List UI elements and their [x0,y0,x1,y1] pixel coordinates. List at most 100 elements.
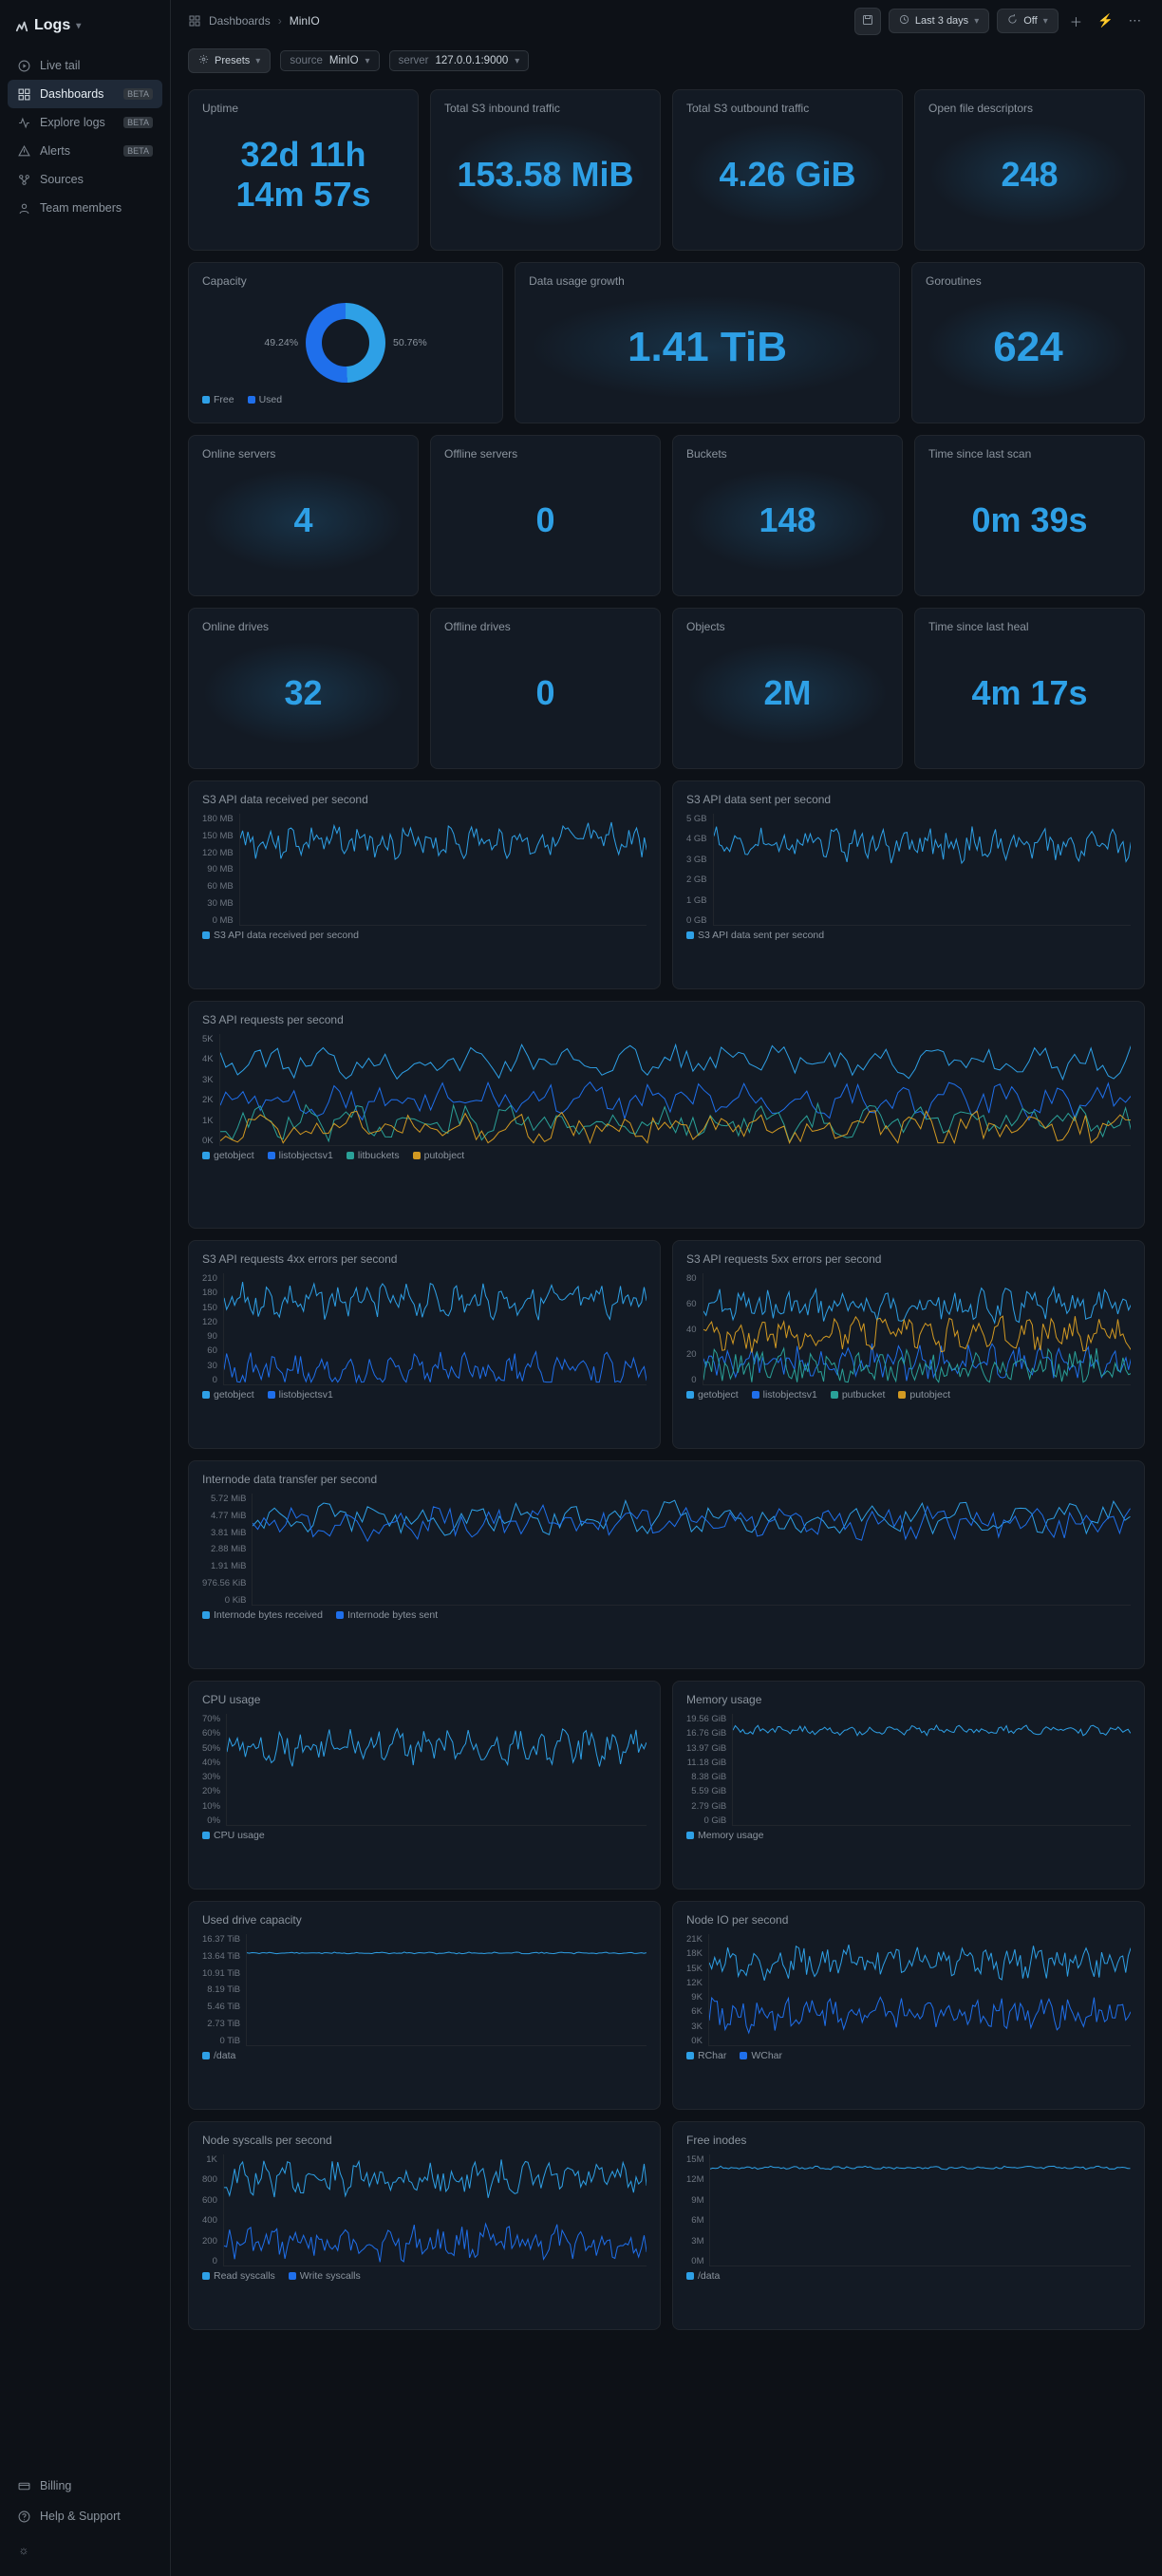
metric-panel: Offline drives0 [430,608,661,769]
theme-toggle[interactable]: ☼ [8,2536,162,2565]
panel-title: S3 API requests 4xx errors per second [202,1252,647,1266]
legend-item: getobject [202,1150,254,1161]
metric-value: 2M [686,641,889,745]
sidebar-item-team-members[interactable]: Team members [8,194,162,222]
main-content: Dashboards › MinIO Last 3 days ▾ Off ▾ ＋… [171,0,1162,2576]
inodes-chart: Free inodes15M12M9M6M3M0M/data [672,2121,1145,2330]
bolt-icon: ⚡ [1097,13,1114,28]
metric-panel: Total S3 inbound traffic153.58 MiB [430,89,661,251]
metric-value: 624 [926,295,1131,400]
metric-panel: Total S3 outbound traffic4.26 GiB [672,89,903,251]
y-axis: 19.56 GiB16.76 GiB13.97 GiB11.18 GiB8.38… [686,1714,732,1826]
metric-value: 4 [202,468,404,573]
add-button[interactable]: ＋ [1066,9,1086,34]
presets-button[interactable]: Presets ▾ [188,48,271,73]
errors-row: S3 API requests 4xx errors per second 210… [188,1240,1145,1449]
chevron-down-icon: ▾ [974,16,979,27]
chart-area[interactable] [713,814,1131,926]
chart-legend: CPU usage [202,1830,647,1841]
panel-title: Online drives [202,620,404,633]
server-filter[interactable]: server 127.0.0.1:9000 ▾ [389,50,530,71]
y-axis: 5.72 MiB4.77 MiB3.81 MiB2.88 MiB1.91 MiB… [202,1494,252,1606]
sidebar-item-dashboards[interactable]: DashboardsBETA [8,80,162,108]
panel-title: Uptime [202,102,404,115]
legend-item: listobjectsv1 [268,1150,333,1161]
metric-panel: Open file descriptors248 [914,89,1145,251]
sidebar-item-alerts[interactable]: AlertsBETA [8,137,162,165]
chart-body: 15M12M9M6M3M0M [686,2154,1131,2266]
panel-title: Internode data transfer per second [202,1473,1131,1486]
chart-area[interactable] [246,1934,647,2046]
chart-area[interactable] [703,1273,1131,1385]
metric-panel: Time since last heal4m 17s [914,608,1145,769]
chart-legend: S3 API data sent per second [686,930,1131,941]
chart-area[interactable] [239,814,647,926]
chart-area[interactable] [219,1034,1131,1146]
plus-icon: ＋ [1070,15,1082,29]
sidebar-item-label: Sources [40,173,84,186]
legend-item: CPU usage [202,1830,265,1841]
legend-item: Used [248,394,283,405]
panel-title: Total S3 inbound traffic [444,102,647,115]
legend-item: Read syscalls [202,2270,275,2282]
drive-capacity-chart: Used drive capacity16.37 TiB13.64 TiB10.… [188,1901,661,2110]
legend-item: Internode bytes sent [336,1609,438,1621]
chart-legend: Memory usage [686,1830,1131,1841]
metric-panel: Uptime32d 11h 14m 57s [188,89,419,251]
panel-title: Offline drives [444,620,647,633]
chevron-down-icon: ▾ [255,56,260,66]
capacity-left-pct: 49.24% [264,337,298,348]
chart-area[interactable] [708,1934,1131,2046]
node-io-chart: Node IO per second21K18K15K12K9K6K3K0KRC… [672,1901,1145,2110]
sidebar-item-label: Team members [40,201,122,215]
chart-body: 16.37 TiB13.64 TiB10.91 TiB8.19 TiB5.46 … [202,1934,647,2046]
panel-title: Time since last heal [928,620,1131,633]
timerange-picker[interactable]: Last 3 days ▾ [889,9,989,33]
y-axis: 5 GB4 GB3 GB2 GB1 GB0 GB [686,814,713,926]
chart-legend: /data [202,2050,647,2061]
metric-value: 0 [444,468,647,573]
presets-label: Presets [215,55,250,66]
sidebar-item-explore-logs[interactable]: Explore logsBETA [8,108,162,137]
cpu-mem-row: CPU usage70%60%50%40%30%20%10%0%CPU usag… [188,1681,1145,1890]
panel-title: Buckets [686,447,889,461]
chart-body: 5.72 MiB4.77 MiB3.81 MiB2.88 MiB1.91 MiB… [202,1494,1131,1606]
syscalls-chart: Node syscalls per second 1K8006004002000 R… [188,2121,661,2330]
topbar: Dashboards › MinIO Last 3 days ▾ Off ▾ ＋… [188,0,1145,42]
sidebar-item-sources[interactable]: Sources [8,165,162,194]
chart-area[interactable] [252,1494,1131,1606]
source-filter[interactable]: source MinIO ▾ [280,50,379,71]
chart-legend: getobjectlistobjectsv1 [202,1389,647,1401]
sidebar-item-help-&-support[interactable]: Help & Support [8,2502,162,2530]
panel-title: Time since last scan [928,447,1131,461]
s3-sent-chart: S3 API data sent per second 5 GB4 GB3 GB2… [672,780,1145,989]
chevron-down-icon: ▾ [1043,16,1048,27]
panel-title: CPU usage [202,1693,647,1706]
sidebar-nav: Live tailDashboardsBETAExplore logsBETAA… [8,51,162,2472]
chart-area[interactable] [709,2154,1131,2266]
more-button[interactable]: ⋯ [1125,9,1145,32]
legend-item: Write syscalls [289,2270,361,2282]
panel-title: Capacity [202,274,489,288]
chart-area[interactable] [732,1714,1131,1826]
panel-title: Node syscalls per second [202,2134,647,2147]
chart-area[interactable] [223,1273,647,1385]
breadcrumb-root[interactable]: Dashboards [209,14,271,28]
chart-legend: getobjectlistobjectsv1putbucketputobject [686,1389,1131,1401]
y-axis: 2101801501209060300 [202,1273,223,1385]
sidebar-item-live-tail[interactable]: Live tail [8,51,162,80]
refresh-picker[interactable]: Off ▾ [997,9,1059,33]
chart-area[interactable] [226,1714,647,1826]
metric-panel: Buckets148 [672,435,903,596]
chart-body: 806040200 [686,1273,1131,1385]
filter-value: MinIO [329,55,359,66]
sidebar-item-billing[interactable]: Billing [8,2472,162,2500]
app-switcher[interactable]: Logs ▾ [8,11,162,40]
y-axis: 1K8006004002000 [202,2154,223,2266]
chart-area[interactable] [223,2154,647,2266]
legend-item: WChar [740,2050,782,2061]
save-button[interactable] [854,8,881,35]
s3-io-row: S3 API data received per second180 MB150… [188,780,1145,989]
bolt-button[interactable]: ⚡ [1094,9,1117,32]
legend-item: listobjectsv1 [268,1389,333,1401]
